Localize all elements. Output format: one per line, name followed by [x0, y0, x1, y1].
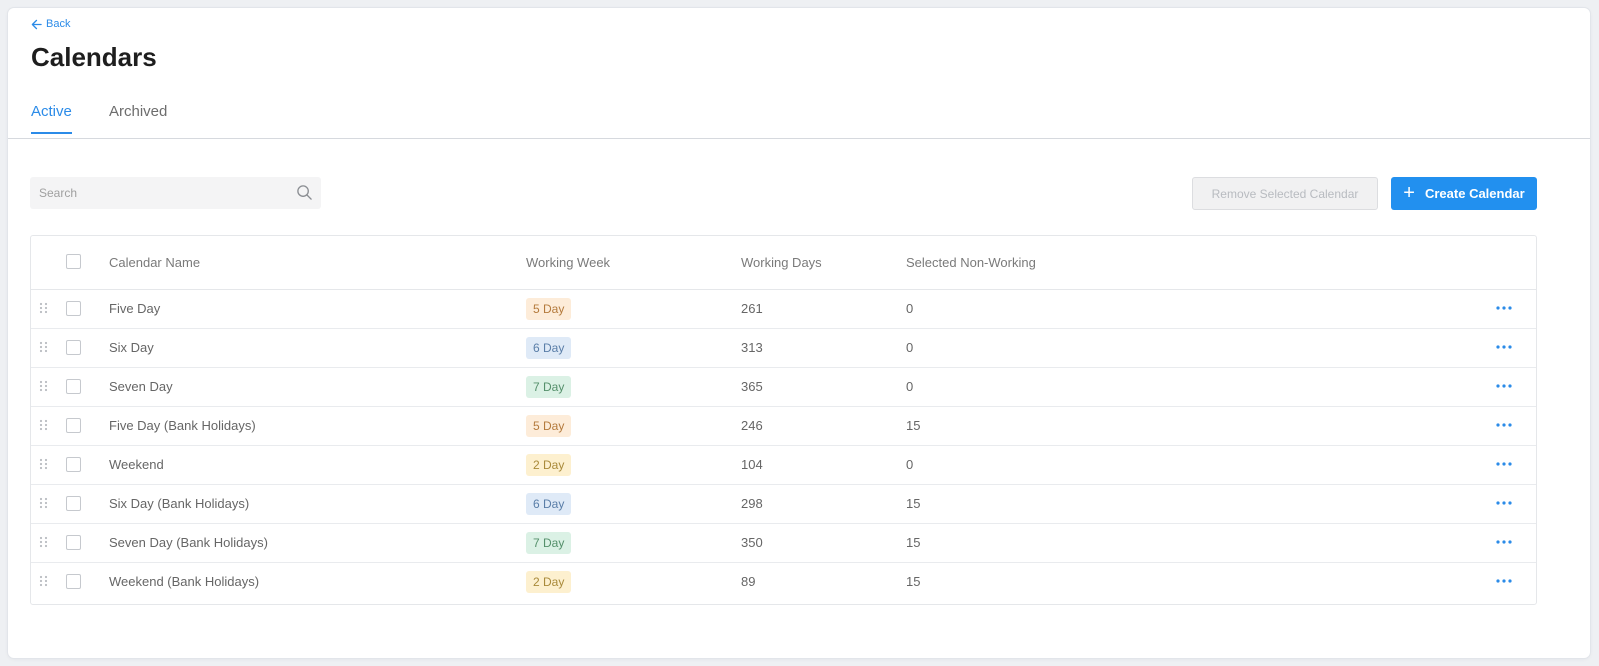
non-working-value: 0: [906, 457, 914, 472]
calendar-name[interactable]: Six Day (Bank Holidays): [109, 496, 249, 511]
table-row: Five Day (Bank Holidays) 5 Day 246 15: [31, 407, 1536, 446]
drag-handle-icon[interactable]: [39, 536, 48, 548]
search-icon[interactable]: [296, 184, 313, 201]
working-week-badge: 7 Day: [526, 376, 572, 398]
select-all-checkbox[interactable]: [66, 254, 81, 269]
table-row: Six Day (Bank Holidays) 6 Day 298 15: [31, 485, 1536, 524]
calendar-name[interactable]: Weekend (Bank Holidays): [109, 574, 259, 589]
working-week-badge: 6 Day: [526, 493, 572, 515]
drag-handle-icon[interactable]: [39, 302, 48, 314]
plus-icon: +: [1403, 181, 1415, 204]
row-checkbox[interactable]: [66, 535, 81, 550]
row-checkbox[interactable]: [66, 340, 81, 355]
table-header: Calendar Name Working Week Working Days …: [31, 236, 1536, 290]
more-options-icon[interactable]: [1495, 378, 1513, 394]
more-options-icon[interactable]: [1495, 534, 1513, 550]
non-working-value: 15: [906, 496, 921, 511]
non-working-value: 15: [906, 418, 921, 433]
working-week-badge: 2 Day: [526, 454, 572, 476]
back-label: Back: [46, 18, 71, 30]
arrow-left-icon: [31, 19, 42, 29]
more-options-icon[interactable]: [1495, 573, 1513, 589]
remove-selected-calendar-button[interactable]: Remove Selected Calendar: [1192, 177, 1378, 210]
calendar-name[interactable]: Five Day (Bank Holidays): [109, 418, 256, 433]
calendar-table: Calendar Name Working Week Working Days …: [30, 235, 1537, 605]
page-title: Calendars: [31, 42, 157, 72]
working-days-value: 89: [741, 574, 756, 589]
non-working-value: 0: [906, 301, 914, 316]
working-week-badge: 7 Day: [526, 532, 572, 554]
more-options-icon[interactable]: [1495, 495, 1513, 511]
calendar-name[interactable]: Weekend: [109, 457, 164, 472]
row-checkbox[interactable]: [66, 496, 81, 511]
non-working-value: 15: [906, 574, 921, 589]
non-working-value: 15: [906, 535, 921, 550]
working-days-value: 104: [741, 457, 763, 472]
tab-active[interactable]: Active: [31, 103, 72, 134]
working-days-value: 365: [741, 379, 763, 394]
more-options-icon[interactable]: [1495, 300, 1513, 316]
drag-handle-icon[interactable]: [39, 497, 48, 509]
more-options-icon[interactable]: [1495, 339, 1513, 355]
more-options-icon[interactable]: [1495, 456, 1513, 472]
column-header-working-days: Working Days: [741, 255, 822, 270]
calendar-name[interactable]: Seven Day: [109, 379, 173, 394]
more-options-icon[interactable]: [1495, 417, 1513, 433]
calendar-name[interactable]: Six Day: [109, 340, 154, 355]
working-week-badge: 2 Day: [526, 571, 572, 593]
non-working-value: 0: [906, 379, 914, 394]
column-header-calendar-name: Calendar Name: [109, 255, 201, 270]
back-link[interactable]: Back: [31, 18, 70, 30]
drag-handle-icon[interactable]: [39, 380, 48, 392]
table-row: Weekend (Bank Holidays) 2 Day 89 15: [31, 563, 1536, 602]
working-days-value: 298: [741, 496, 763, 511]
working-week-badge: 6 Day: [526, 337, 572, 359]
tab-archived[interactable]: Archived: [109, 103, 167, 132]
drag-handle-icon[interactable]: [39, 575, 48, 587]
table-row: Seven Day (Bank Holidays) 7 Day 350 15: [31, 524, 1536, 563]
calendar-name[interactable]: Five Day: [109, 301, 160, 316]
column-header-working-week: Working Week: [526, 255, 611, 270]
row-checkbox[interactable]: [66, 379, 81, 394]
calendar-name[interactable]: Seven Day (Bank Holidays): [109, 535, 268, 550]
tab-bar: Active Archived: [8, 93, 1590, 139]
working-week-badge: 5 Day: [526, 415, 572, 437]
table-row: Five Day 5 Day 261 0: [31, 290, 1536, 329]
working-days-value: 246: [741, 418, 763, 433]
working-week-badge: 5 Day: [526, 298, 572, 320]
create-calendar-label: Create Calendar: [1424, 186, 1525, 201]
row-checkbox[interactable]: [66, 574, 81, 589]
table-row: Seven Day 7 Day 365 0: [31, 368, 1536, 407]
working-days-value: 261: [741, 301, 763, 316]
working-days-value: 350: [741, 535, 763, 550]
row-checkbox[interactable]: [66, 457, 81, 472]
column-header-selected-non-working: Selected Non-Working: [906, 255, 1036, 270]
create-calendar-button[interactable]: + Create Calendar: [1391, 177, 1537, 210]
search-box: [30, 177, 321, 209]
working-days-value: 313: [741, 340, 763, 355]
table-row: Weekend 2 Day 104 0: [31, 446, 1536, 485]
calendars-panel: Back Calendars Active Archived Remove Se…: [8, 8, 1590, 658]
table-row: Six Day 6 Day 313 0: [31, 329, 1536, 368]
drag-handle-icon[interactable]: [39, 419, 48, 431]
row-checkbox[interactable]: [66, 301, 81, 316]
drag-handle-icon[interactable]: [39, 341, 48, 353]
row-checkbox[interactable]: [66, 418, 81, 433]
non-working-value: 0: [906, 340, 914, 355]
search-input[interactable]: [30, 177, 321, 209]
drag-handle-icon[interactable]: [39, 458, 48, 470]
